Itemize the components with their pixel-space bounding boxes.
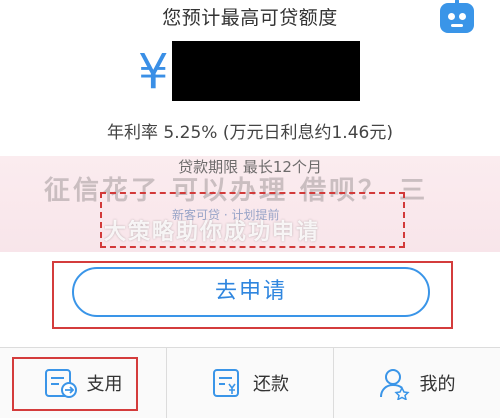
- watermark-text-2: 大策略助你成功申请: [104, 220, 321, 245]
- robot-eye-left: [448, 13, 455, 20]
- nav-item-repay[interactable]: 还款: [166, 348, 334, 418]
- currency-symbol: ¥: [138, 44, 169, 100]
- nav-item-profile[interactable]: 我的: [333, 348, 500, 418]
- profile-icon: [378, 366, 412, 400]
- nav-label-profile: 我的: [419, 374, 456, 395]
- repay-icon: [211, 366, 245, 400]
- nav-label-repay: 还款: [253, 374, 289, 395]
- apply-button[interactable]: 去申请: [72, 267, 430, 317]
- robot-eye-right: [459, 13, 466, 20]
- robot-antenna: [455, 0, 459, 5]
- nav-highlight-frame: [12, 357, 138, 411]
- interest-rate-text: 年利率 5.25% (万元日利息约1.46元): [107, 123, 393, 143]
- page-title: 您预计最高可贷额度: [162, 7, 338, 29]
- robot-icon[interactable]: [440, 0, 474, 33]
- redacted-amount: [172, 41, 360, 101]
- robot-mouth: [451, 24, 463, 27]
